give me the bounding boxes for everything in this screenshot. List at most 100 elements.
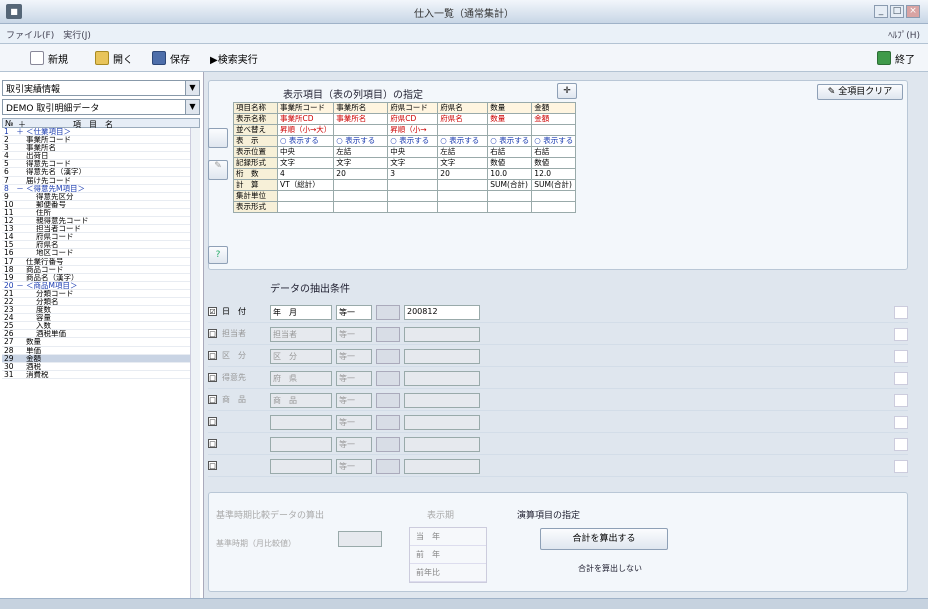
- item-list-row[interactable]: 16 地区コード: [2, 249, 200, 258]
- grid-cell[interactable]: [437, 179, 489, 191]
- item-list-row[interactable]: 6 得意先名（漢字）: [2, 168, 200, 177]
- item-list-row[interactable]: 17 仕業行番号: [2, 258, 200, 266]
- condition-clear-button[interactable]: [894, 306, 908, 319]
- grid-cell[interactable]: [437, 201, 489, 213]
- condition-checkbox[interactable]: □: [208, 417, 217, 426]
- grid-cell[interactable]: SUM(合計): [531, 179, 577, 191]
- grid-cell[interactable]: ○ 表示する: [487, 135, 533, 147]
- grid-cell[interactable]: 3: [387, 168, 439, 180]
- condition-value-input[interactable]: [404, 371, 480, 386]
- condition-operator-select[interactable]: 等一: [336, 393, 372, 408]
- grid-cell[interactable]: ○ 表示する: [276, 135, 335, 147]
- item-list-row[interactable]: 3 事業所名: [2, 144, 200, 153]
- grid-cell[interactable]: [333, 124, 389, 136]
- grid-cell[interactable]: 左詰: [333, 146, 389, 158]
- tool-button-1[interactable]: [208, 128, 228, 148]
- condition-clear-button[interactable]: [894, 460, 908, 473]
- item-list-row[interactable]: 31 消費税: [2, 371, 200, 379]
- item-list-row[interactable]: 24 容量: [2, 314, 200, 323]
- item-list-row[interactable]: 25 入数: [2, 322, 200, 331]
- menu-left[interactable]: ファイル(F) 実行(J): [6, 28, 91, 41]
- compare-month-field[interactable]: [338, 531, 382, 547]
- condition-clear-button[interactable]: [894, 438, 908, 451]
- condition-value-input[interactable]: [404, 437, 480, 452]
- condition-checkbox[interactable]: □: [208, 461, 217, 470]
- condition-value-input[interactable]: [404, 415, 480, 430]
- condition-clear-button[interactable]: [894, 350, 908, 363]
- period-option[interactable]: 前年比: [410, 564, 486, 582]
- column-header[interactable]: 金額: [531, 102, 577, 114]
- condition-picker-button[interactable]: [376, 437, 400, 452]
- grid-cell[interactable]: 文字: [333, 157, 389, 169]
- grid-cell[interactable]: [387, 201, 439, 213]
- grid-cell[interactable]: 事業所名: [333, 113, 389, 125]
- grid-cell[interactable]: 右詰: [531, 146, 577, 158]
- calc-no-sum-option[interactable]: 合計を算出しない: [578, 563, 642, 574]
- item-list-row[interactable]: 5 得意先コード: [2, 160, 200, 169]
- grid-cell[interactable]: [531, 124, 577, 136]
- condition-operator-select[interactable]: 等一: [336, 415, 372, 430]
- maximize-icon[interactable]: □: [890, 5, 904, 18]
- grid-cell[interactable]: 府県名: [437, 113, 489, 125]
- condition-checkbox[interactable]: □: [208, 439, 217, 448]
- open-button[interactable]: 開く: [95, 49, 133, 67]
- condition-clear-button[interactable]: [894, 372, 908, 385]
- help-button[interactable]: ?: [208, 246, 228, 264]
- item-list-row[interactable]: 23 度数: [2, 306, 200, 315]
- grid-cell[interactable]: [333, 190, 389, 202]
- condition-checkbox[interactable]: ☑: [208, 307, 217, 316]
- condition-value-input[interactable]: [404, 327, 480, 342]
- column-header[interactable]: 事業所名: [333, 102, 389, 114]
- condition-operator-select[interactable]: 等一: [336, 349, 372, 364]
- condition-value-input[interactable]: [404, 349, 480, 364]
- grid-cell[interactable]: 中央: [387, 146, 439, 158]
- grid-cell[interactable]: 数値: [531, 157, 577, 169]
- expand-icon[interactable]: ✛: [557, 83, 577, 99]
- menu-help[interactable]: ﾍﾙﾌﾟ(H): [888, 28, 920, 41]
- minimize-icon[interactable]: _: [874, 5, 888, 18]
- condition-checkbox[interactable]: □: [208, 373, 217, 382]
- expand-toggle-icon[interactable]: －: [16, 282, 24, 289]
- item-list-row[interactable]: 28 単価: [2, 347, 200, 355]
- condition-clear-button[interactable]: [894, 328, 908, 341]
- grid-cell[interactable]: 20: [333, 168, 389, 180]
- item-list-row[interactable]: 18 商品コード: [2, 266, 200, 274]
- item-list-row[interactable]: 22 分類名: [2, 298, 200, 307]
- grid-cell[interactable]: ○ 表示する: [333, 135, 389, 147]
- grid-cell[interactable]: 金額: [531, 113, 577, 125]
- grid-cell[interactable]: [333, 179, 389, 191]
- grid-cell[interactable]: [387, 179, 439, 191]
- condition-field-select[interactable]: 商 品: [270, 393, 332, 408]
- item-list-row[interactable]: 10 郵便番号: [2, 201, 200, 209]
- data-source-select[interactable]: 取引実績情報 ▼: [2, 80, 200, 96]
- item-list-row[interactable]: 2 事業所コード: [2, 136, 200, 145]
- grid-cell[interactable]: [333, 201, 389, 213]
- grid-cell[interactable]: [437, 124, 489, 136]
- condition-operator-select[interactable]: 等一: [336, 327, 372, 342]
- item-list-row[interactable]: 15 府県名: [2, 241, 200, 250]
- item-list-row[interactable]: 19 商品名（漢字）: [2, 274, 200, 282]
- condition-operator-select[interactable]: 等一: [336, 305, 372, 320]
- grid-cell[interactable]: 数量: [487, 113, 533, 125]
- item-list-row[interactable]: 27 数量: [2, 338, 200, 347]
- grid-cell[interactable]: 府県CD: [387, 113, 439, 125]
- table-select[interactable]: DEMO 取引明細データ ▼: [2, 99, 200, 115]
- column-header[interactable]: 府県コード: [387, 102, 439, 114]
- item-list-row[interactable]: 11 住所: [2, 209, 200, 218]
- condition-field-select[interactable]: [270, 459, 332, 474]
- grid-cell[interactable]: 文字: [387, 157, 439, 169]
- period-option[interactable]: 当 年: [410, 528, 486, 546]
- grid-cell[interactable]: [531, 201, 577, 213]
- item-list-row[interactable]: 1 ＋＜仕業項目＞: [2, 128, 200, 137]
- clear-all-button[interactable]: ✎ 全項目クリア: [817, 84, 903, 100]
- new-button[interactable]: 新規: [30, 49, 68, 67]
- condition-value-input[interactable]: [404, 459, 480, 474]
- item-list-row[interactable]: 7 届け先コード: [2, 177, 200, 185]
- column-header[interactable]: 事業所コード: [276, 102, 335, 114]
- grid-cell[interactable]: 左詰: [437, 146, 489, 158]
- grid-cell[interactable]: ○ 表示する: [387, 135, 439, 147]
- grid-cell[interactable]: 文字: [437, 157, 489, 169]
- grid-cell[interactable]: 文字: [276, 157, 335, 169]
- run-button[interactable]: ▶検索実行: [210, 49, 258, 67]
- condition-picker-button[interactable]: [376, 327, 400, 342]
